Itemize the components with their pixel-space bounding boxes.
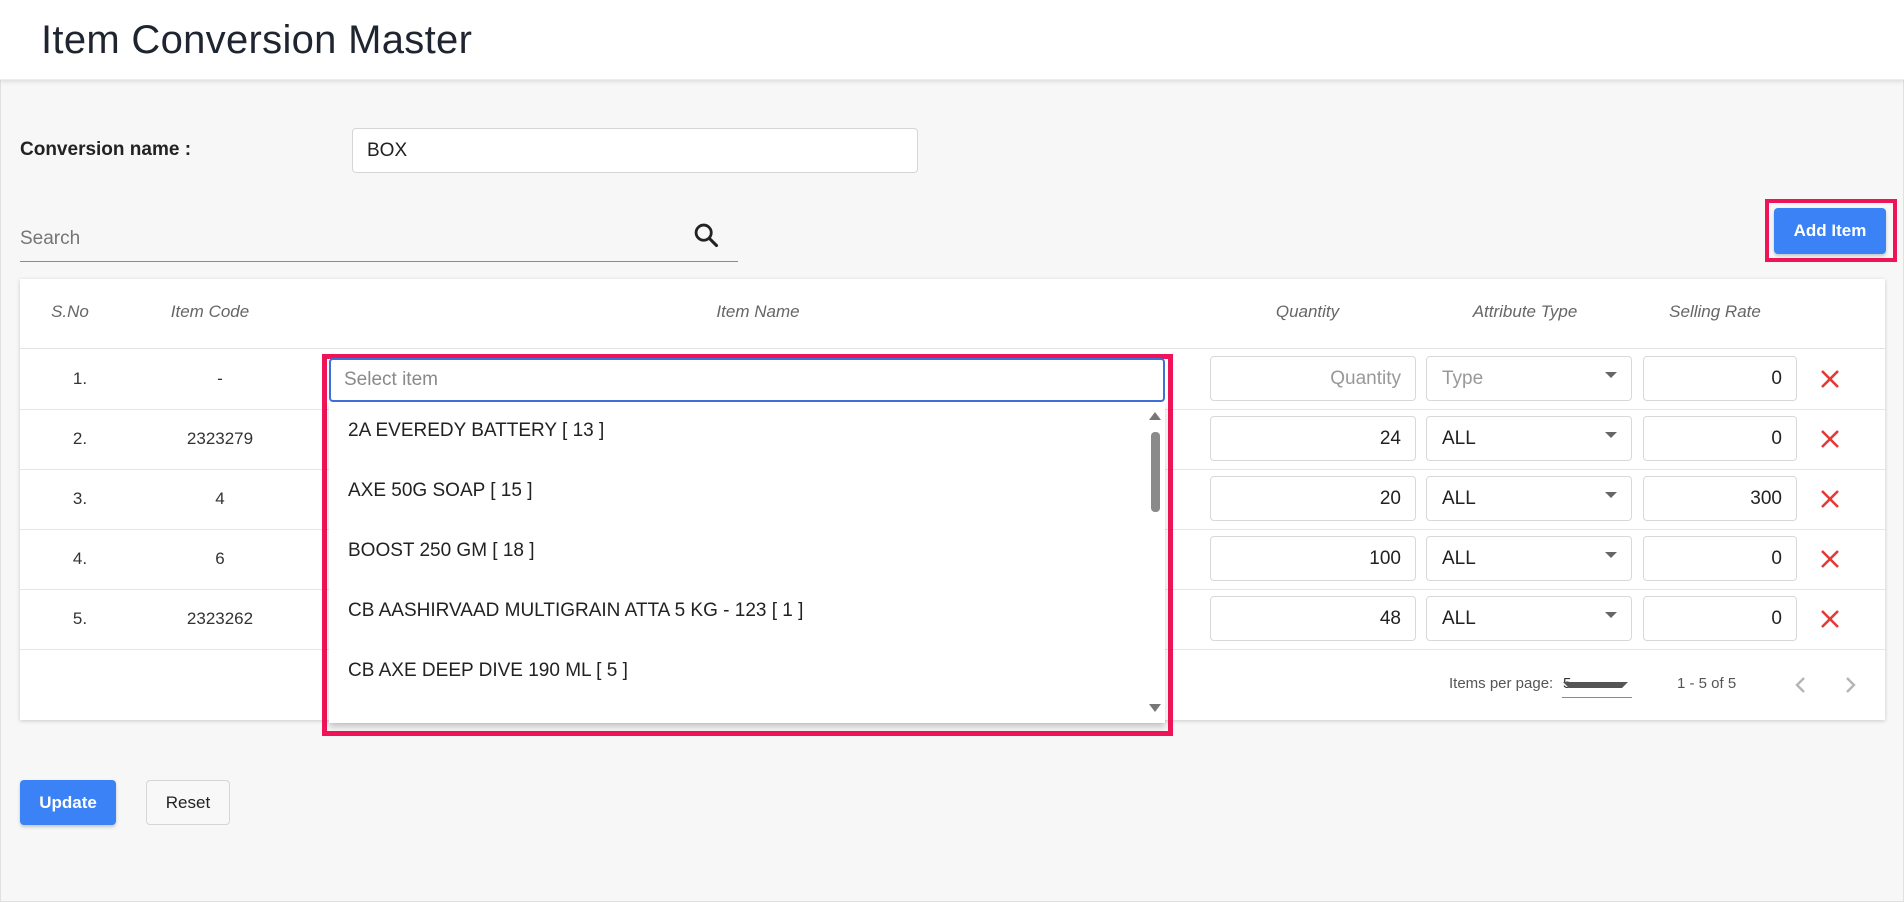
update-button[interactable]: Update [20,780,116,825]
attribute-type-select[interactable]: ALL [1426,476,1632,521]
column-header-selling-rate: Selling Rate [1669,302,1761,321]
row-sno: 5. [72,609,88,628]
page-title: Item Conversion Master [41,18,473,62]
selling-rate-input[interactable]: 0 [1643,536,1797,581]
row-sno: 2. [72,429,88,448]
attribute-type-select[interactable]: ALL [1426,416,1632,461]
item-option[interactable]: AXE 50G SOAP [ 15 ] [348,480,532,502]
header-divider [20,348,1885,349]
delete-row-icon[interactable] [1818,367,1842,391]
item-option[interactable]: BOOST 250 GM [ 18 ] [348,540,535,562]
select-item-input[interactable]: Select item [329,358,1165,402]
row-sno: 1. [72,369,88,388]
quantity-input[interactable]: 24 [1210,416,1416,461]
add-item-button[interactable]: Add Item [1774,208,1886,254]
items-per-page-label: Items per page: [1449,675,1554,692]
quantity-input[interactable]: 20 [1210,476,1416,521]
quantity-input[interactable]: 48 [1210,596,1416,641]
selling-rate-input[interactable]: 0 [1643,416,1797,461]
delete-row-icon[interactable] [1818,427,1842,451]
selling-rate-input[interactable]: 300 [1643,476,1797,521]
chevron-down-icon [1605,372,1617,378]
conversion-name-input[interactable]: BOX [352,128,918,173]
selling-rate-input[interactable]: 0 [1643,596,1797,641]
scrollbar-thumb[interactable] [1151,432,1160,512]
item-option[interactable]: CB AASHIRVAAD MULTIGRAIN ATTA 5 KG - 123… [348,600,803,622]
page-range-label: 1 - 5 of 5 [1677,675,1737,692]
row-sno: 4. [72,549,88,568]
attribute-type-select[interactable]: ALL [1426,596,1632,641]
chevron-left-icon[interactable] [1789,673,1813,697]
selling-rate-input[interactable]: 0 [1643,356,1797,401]
row-item-code: 4 [215,489,225,508]
chevron-right-icon[interactable] [1838,673,1862,697]
page-header: Item Conversion Master [0,0,1904,80]
delete-row-icon[interactable] [1818,607,1842,631]
item-option[interactable]: CB AXE DEEP DIVE 190 ML [ 5 ] [348,660,628,682]
search-input[interactable]: Search [20,228,680,250]
column-header-sno: S.No [51,302,89,321]
column-header-item-name: Item Name [716,302,800,321]
delete-row-icon[interactable] [1818,487,1842,511]
row-item-code: - [217,369,223,388]
chevron-down-icon [1563,682,1628,688]
attribute-type-select[interactable]: ALL [1426,536,1632,581]
scroll-down-arrow-icon[interactable] [1149,704,1161,712]
row-sno: 3. [72,489,88,508]
chevron-down-icon [1605,552,1617,558]
attribute-type-value: ALL [1442,488,1476,509]
search-icon[interactable] [692,221,720,249]
column-header-attribute-type: Attribute Type [1472,302,1578,321]
quantity-input[interactable]: Quantity [1210,356,1416,401]
conversion-name-label: Conversion name : [20,139,192,160]
column-header-item-code: Item Code [170,302,250,321]
delete-row-icon[interactable] [1818,547,1842,571]
chevron-down-icon [1605,432,1617,438]
attribute-type-select[interactable]: Type [1426,356,1632,401]
attribute-type-value: ALL [1442,608,1476,629]
row-item-code: 6 [215,549,225,568]
item-option[interactable]: 2A EVEREDY BATTERY [ 13 ] [348,420,604,442]
row-item-code: 2323262 [186,609,254,628]
search-field[interactable]: Search [20,216,738,262]
page-size-select[interactable]: 5 [1562,670,1632,698]
quantity-input[interactable]: 100 [1210,536,1416,581]
reset-button[interactable]: Reset [146,780,230,825]
column-header-quantity: Quantity [1275,302,1340,321]
chevron-down-icon [1605,492,1617,498]
chevron-down-icon [1605,612,1617,618]
attribute-type-value: Type [1442,368,1484,389]
attribute-type-value: ALL [1442,428,1476,449]
attribute-type-value: ALL [1442,548,1476,569]
scroll-up-arrow-icon[interactable] [1149,412,1161,420]
row-item-code: 2323279 [186,429,254,448]
